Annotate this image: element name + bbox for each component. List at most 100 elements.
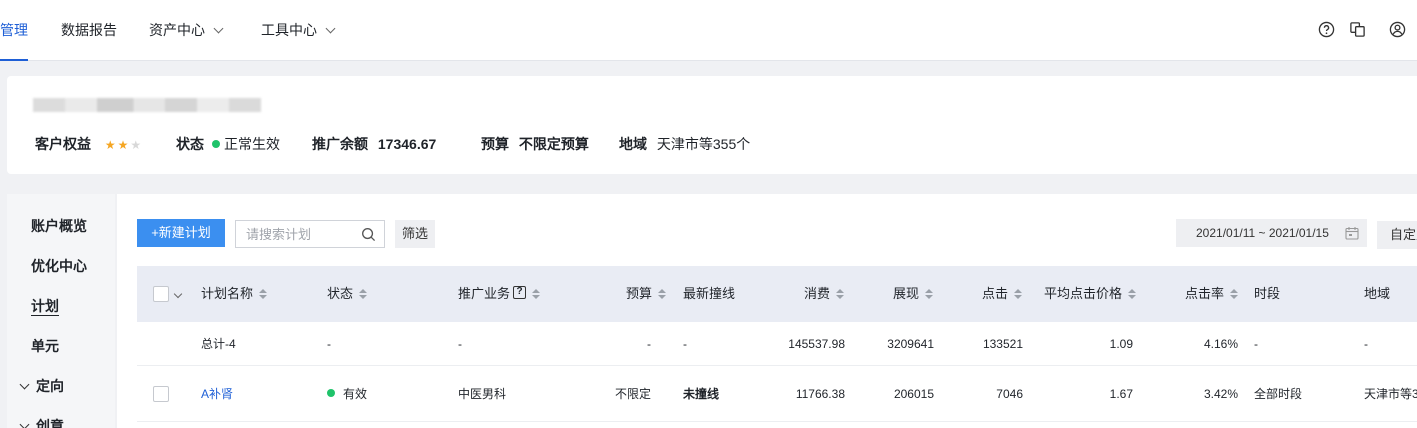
cell-budget[interactable]: 不限定 [597,366,651,422]
chevron-down-icon [213,23,224,34]
nav-tab-reports[interactable]: 数据报告 [61,0,117,61]
side-item-optimization[interactable]: 优化中心 [31,256,87,276]
cell-name[interactable]: A补肾 [201,366,233,422]
status-label: 状态 [176,136,204,152]
cell-clicks: 133521 [982,337,1023,351]
rights-label: 客户权益 [35,136,91,152]
col-region: 地域 [1364,286,1391,301]
copy-icon[interactable] [1349,21,1366,38]
col-cost-label: 消费 [804,286,831,301]
account-card: 客户权益 ★ ★ ★ 状态 正常生效 推广余额 17346.67 预算 不限定预算 地… [7,76,1417,174]
sort-icon [658,288,667,299]
status-dot [212,140,220,148]
nav-tab-manage[interactable]: 管理 [0,0,28,61]
col-clicks[interactable]: 点击 [982,266,1023,322]
chevron-down-icon [325,23,336,34]
cell-status-text: 有效 [343,387,368,401]
col-budget[interactable]: 预算 [626,266,667,322]
cell-ctr: 4.16% [1203,337,1238,351]
select-all-checkbox[interactable] [153,286,169,302]
col-ctr[interactable]: 点击率 [1185,266,1239,322]
plan-panel: +新建计划 筛选 2021/01/11 ~ 2021/01/15 自定义 计划名… [117,194,1417,428]
plan-search-input[interactable] [236,221,356,247]
col-impressions-label: 展现 [893,286,920,301]
date-range-picker[interactable]: 2021/01/11 ~ 2021/01/15 [1176,219,1367,247]
table-row: A补肾 有效 中医男科 不限定 未撞线 11766.38 206015 7046… [137,366,1417,422]
chevron-down-icon [19,419,30,428]
cell-period: 全部时段 [1254,387,1303,401]
cell-cost: 11766.38 [795,387,845,401]
col-ctr-label: 点击率 [1185,286,1225,301]
table-header: 计划名称 状态 推广业务? 预算 最新撞线 消费 展现 点击 平均点击价格 点击… [137,266,1417,322]
col-cpc-label: 平均点击价格 [1044,286,1123,301]
status-dot [327,389,335,397]
cell-region: 天津市等355个 [1364,387,1417,401]
region-value: 天津市等355个 [656,136,751,152]
sort-icon [925,288,934,299]
col-cpc[interactable]: 平均点击价格 [1044,266,1137,322]
cell-cost: 145537.98 [788,337,845,351]
cell-ctr: 3.42% [1203,387,1238,401]
help-icon[interactable]: ? [513,286,527,300]
sort-icon [1128,288,1137,299]
cell-hitline: 未撞线 [683,387,720,401]
nav-tab-assets[interactable]: 资产中心 [149,0,224,61]
nav-tab-tools-label: 工具中心 [261,22,317,38]
side-item-unit[interactable]: 单元 [31,336,59,356]
sort-icon [532,288,541,299]
cell-clicks: 7046 [996,387,1023,401]
sort-icon [359,288,368,299]
help-icon[interactable] [1318,21,1335,38]
star-filled-icon: ★ [104,138,116,152]
side-item-targeting[interactable]: 定向 [19,376,64,396]
col-plan-name[interactable]: 计划名称 [201,266,268,322]
side-item-creative[interactable]: 创意 [19,416,64,428]
sort-icon [1230,288,1239,299]
sort-icon [836,288,845,299]
chevron-down-icon [19,379,30,390]
calendar-icon [1345,227,1359,240]
side-item-overview[interactable]: 账户概览 [31,216,87,236]
cell-budget: - [647,337,651,351]
col-business[interactable]: 推广业务? [458,266,541,322]
cell-status: 有效 [327,366,367,422]
budget-label: 预算 [481,136,509,152]
account-status: 状态 正常生效 [176,134,280,154]
filter-button[interactable]: 筛选 [395,220,435,248]
cell-impressions: 3209641 [887,337,934,351]
custom-columns-button[interactable]: 自定义 [1377,221,1417,249]
account-budget: 预算 不限定预算 [481,134,589,154]
rating-stars: ★ ★ ★ [103,136,141,152]
star-empty-icon: ★ [130,138,142,152]
account-region: 地域 天津市等355个 [619,134,750,154]
user-icon[interactable] [1389,21,1406,38]
plan-search [235,220,385,248]
col-cost[interactable]: 消费 [804,266,845,322]
star-filled-icon: ★ [117,138,129,152]
col-status[interactable]: 状态 [327,266,368,322]
cell-cpc: 1.67 [1109,387,1133,401]
col-business-label: 推广业务 [458,286,511,301]
side-item-plan[interactable]: 计划 [31,296,59,316]
new-plan-button[interactable]: +新建计划 [137,219,225,247]
sort-icon [1014,288,1023,299]
nav-tab-tools[interactable]: 工具中心 [261,0,336,61]
date-range-value: 2021/01/11 ~ 2021/01/15 [1196,226,1329,240]
col-impressions[interactable]: 展现 [893,266,934,322]
col-budget-label: 预算 [626,286,653,301]
account-name-blurred [33,98,261,112]
search-icon[interactable] [361,227,376,242]
cell-business: 中医男科 [458,387,507,401]
balance-value: 17346.67 [377,136,437,152]
col-period: 时段 [1254,286,1281,301]
sort-icon [259,288,268,299]
balance-label: 推广余额 [312,136,368,152]
side-menu: 账户概览 优化中心 计划 单元 定向 创意 [7,194,115,428]
cell-business: - [458,337,462,351]
row-checkbox[interactable] [153,386,169,402]
nav-tab-assets-label: 资产中心 [149,22,205,38]
cell-cpc: 1.09 [1109,337,1133,351]
chevron-down-icon[interactable] [173,289,183,299]
account-rights: 客户权益 ★ ★ ★ [35,134,141,154]
col-clicks-label: 点击 [982,286,1009,301]
